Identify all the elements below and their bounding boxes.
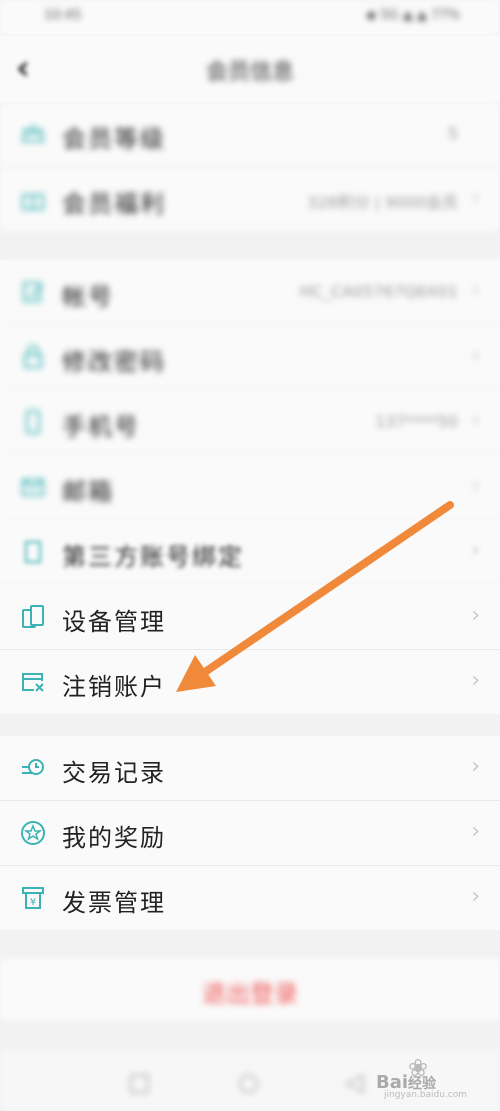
watermark-logo: ❀ Bai经验 jingyan.baidu.com xyxy=(376,1054,486,1100)
annotation-arrow xyxy=(176,501,454,692)
watermark-url: jingyan.baidu.com xyxy=(384,1090,468,1100)
